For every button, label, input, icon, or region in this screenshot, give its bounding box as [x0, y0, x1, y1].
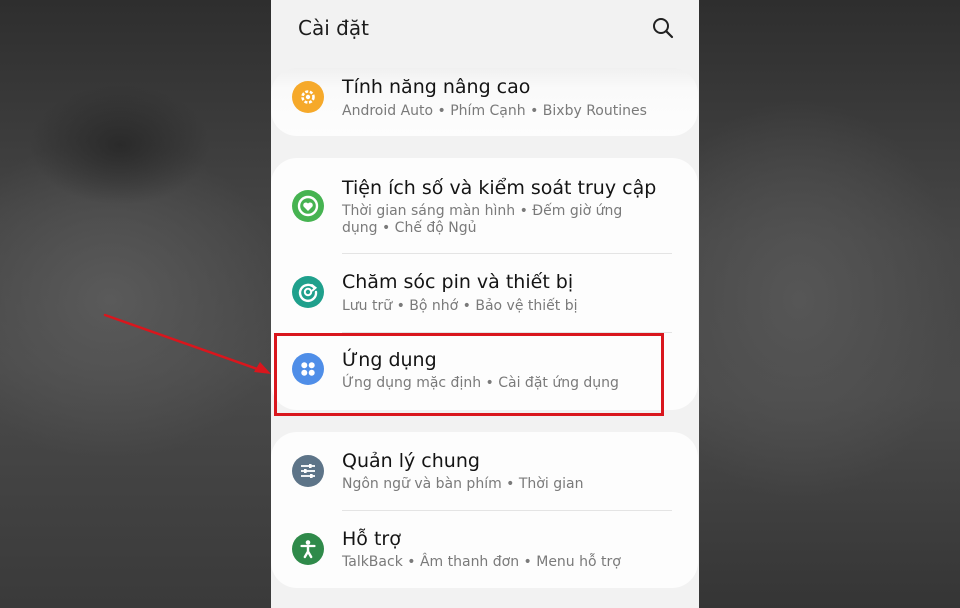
- item-title: Tiện ích số và kiểm soát truy cập: [342, 177, 657, 199]
- item-subtitle: Ngôn ngữ và bàn phím • Thời gian: [342, 476, 584, 492]
- settings-item-battery-device-care[interactable]: Chăm sóc pin và thiết bị Lưu trữ • Bộ nh…: [271, 254, 698, 332]
- settings-item-digital-wellbeing[interactable]: Tiện ích số và kiểm soát truy cập Thời g…: [271, 158, 698, 254]
- settings-card-advanced: Tính năng nâng cao Android Auto • Phím C…: [271, 68, 698, 136]
- accessibility-icon: [292, 533, 324, 565]
- arrow-pointer-icon: [103, 313, 271, 374]
- page-title: Cài đặt: [298, 16, 369, 40]
- gear-plus-icon: [292, 81, 324, 113]
- device-care-icon: [292, 276, 324, 308]
- item-title: Hỗ trợ: [342, 528, 401, 550]
- settings-card-general: Quản lý chung Ngôn ngữ và bàn phím • Thờ…: [271, 432, 698, 588]
- sliders-icon: [292, 455, 324, 487]
- settings-item-accessibility[interactable]: Hỗ trợ TalkBack • Âm thanh đơn • Menu hỗ…: [271, 511, 698, 588]
- item-title: Quản lý chung: [342, 450, 480, 472]
- item-subtitle: TalkBack • Âm thanh đơn • Menu hỗ trợ: [342, 554, 621, 570]
- search-icon[interactable]: [651, 16, 675, 40]
- item-subtitle: Android Auto • Phím Cạnh • Bixby Routine…: [342, 103, 647, 119]
- item-title: Chăm sóc pin và thiết bị: [342, 271, 574, 293]
- settings-screen: Cài đặt Tính năng nâng cao Android Auto …: [271, 0, 699, 608]
- blurred-background-right: [699, 0, 960, 608]
- settings-item-advanced-features[interactable]: Tính năng nâng cao Android Auto • Phím C…: [271, 68, 698, 136]
- item-title: Tính năng nâng cao: [342, 76, 531, 98]
- item-subtitle: Lưu trữ • Bộ nhớ • Bảo vệ thiết bị: [342, 298, 578, 314]
- highlight-box: [274, 333, 664, 416]
- blurred-background-left: [0, 0, 271, 608]
- heart-ring-icon: [292, 190, 324, 222]
- app-bar: Cài đặt: [271, 0, 699, 60]
- settings-item-general-management[interactable]: Quản lý chung Ngôn ngữ và bàn phím • Thờ…: [271, 432, 698, 510]
- item-subtitle: Thời gian sáng màn hình • Đếm giờ ứng dụ…: [342, 203, 623, 236]
